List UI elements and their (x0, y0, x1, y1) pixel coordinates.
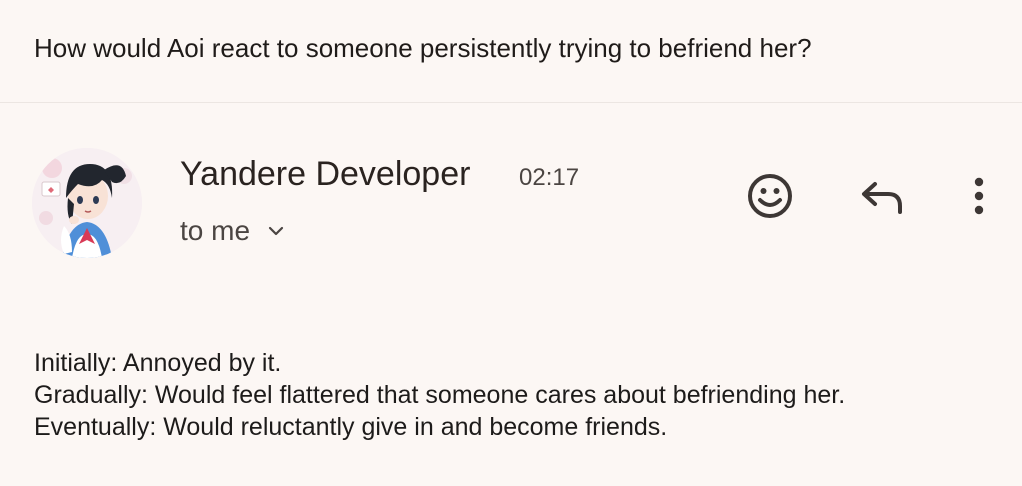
recipient-details-toggle[interactable]: to me (180, 214, 286, 248)
email-time: 02:17 (519, 164, 580, 191)
more-options-button[interactable] (958, 168, 1000, 224)
email-body: Initially: Annoyed by it. Gradually: Wou… (34, 347, 845, 443)
add-reaction-button[interactable] (740, 168, 800, 224)
sender-name[interactable]: Yandere Developer (180, 154, 470, 194)
smiley-face-icon (748, 174, 792, 218)
email-subject: How would Aoi react to someone persisten… (34, 33, 812, 63)
reply-arrow-icon (862, 182, 902, 214)
chevron-down-icon (268, 226, 284, 236)
reply-button[interactable] (852, 168, 912, 224)
body-line: Gradually: Would feel flattered that som… (34, 381, 846, 409)
more-vert-icon (974, 177, 984, 215)
body-line: Initially: Annoyed by it. (34, 349, 282, 377)
sender-avatar[interactable] (32, 148, 142, 258)
recipient-label: to me (180, 215, 251, 246)
avatar-illustration (32, 148, 142, 258)
divider (0, 102, 1022, 103)
body-line: Eventually: Would reluctantly give in an… (34, 413, 668, 441)
